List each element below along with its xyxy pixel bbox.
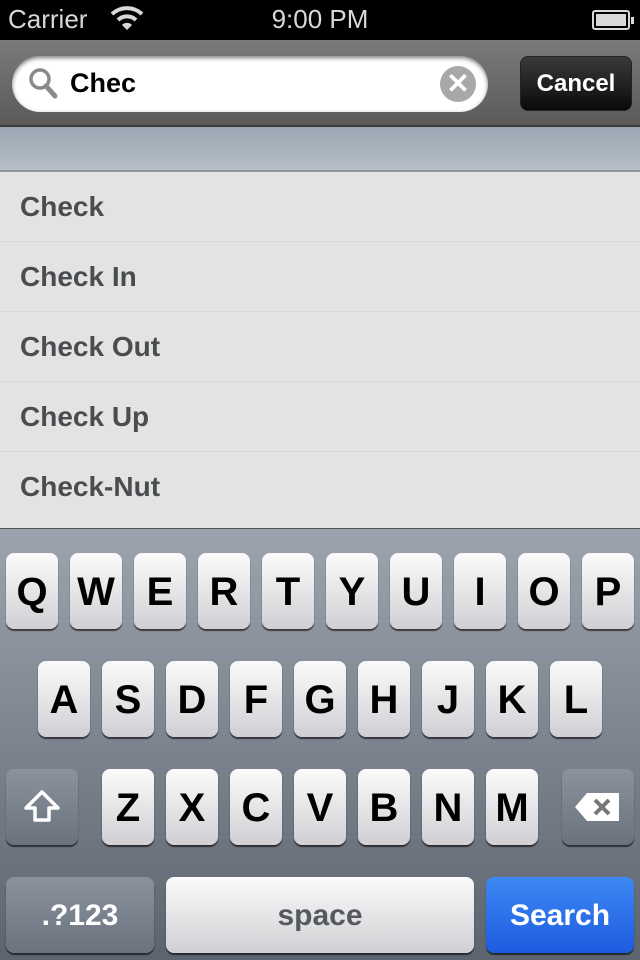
clear-icon[interactable]: ✕ bbox=[440, 66, 476, 102]
key-j[interactable]: J bbox=[422, 661, 474, 737]
key-t[interactable]: T bbox=[262, 553, 314, 629]
search-icon bbox=[28, 66, 58, 102]
key-a[interactable]: A bbox=[38, 661, 90, 737]
key-b[interactable]: B bbox=[358, 769, 410, 845]
status-bar: Carrier 9:00 PM bbox=[0, 0, 640, 40]
key-y[interactable]: Y bbox=[326, 553, 378, 629]
key-r[interactable]: R bbox=[198, 553, 250, 629]
key-d[interactable]: D bbox=[166, 661, 218, 737]
search-bar: Chec ✕ Cancel bbox=[0, 40, 640, 127]
key-e[interactable]: E bbox=[134, 553, 186, 629]
key-p[interactable]: P bbox=[582, 553, 634, 629]
key-n[interactable]: N bbox=[422, 769, 474, 845]
list-item[interactable]: Check In bbox=[0, 242, 640, 312]
search-query-text[interactable]: Chec bbox=[70, 68, 136, 99]
clock: 9:00 PM bbox=[271, 4, 369, 34]
key-m[interactable]: M bbox=[486, 769, 538, 845]
search-key[interactable]: Search bbox=[486, 877, 634, 953]
list-item[interactable]: Check-Nut bbox=[0, 452, 640, 522]
keyboard: .?123 space Search QWERTYUIOP ASDFGHJKL ZX… bbox=[0, 528, 640, 960]
space-key[interactable]: space bbox=[166, 877, 474, 953]
key-x[interactable]: X bbox=[166, 769, 218, 845]
key-q[interactable]: Q bbox=[6, 553, 58, 629]
suggestion-list: Check Check In Check Out Check Up Check-… bbox=[0, 172, 640, 528]
key-l[interactable]: L bbox=[550, 661, 602, 737]
search-input[interactable]: Chec ✕ bbox=[12, 56, 488, 112]
key-g[interactable]: G bbox=[294, 661, 346, 737]
backspace-key[interactable] bbox=[562, 769, 634, 845]
shift-key[interactable] bbox=[6, 769, 78, 845]
key-k[interactable]: K bbox=[486, 661, 538, 737]
section-header bbox=[0, 127, 640, 172]
list-item[interactable]: Check Up bbox=[0, 382, 640, 452]
numbers-key[interactable]: .?123 bbox=[6, 877, 154, 953]
key-s[interactable]: S bbox=[102, 661, 154, 737]
key-i[interactable]: I bbox=[454, 553, 506, 629]
battery-icon bbox=[592, 10, 634, 30]
list-item[interactable]: Check Out bbox=[0, 312, 640, 382]
key-z[interactable]: Z bbox=[102, 769, 154, 845]
list-item[interactable]: Check bbox=[0, 172, 640, 242]
key-u[interactable]: U bbox=[390, 553, 442, 629]
key-v[interactable]: V bbox=[294, 769, 346, 845]
key-w[interactable]: W bbox=[70, 553, 122, 629]
cancel-button[interactable]: Cancel bbox=[520, 56, 632, 111]
key-c[interactable]: C bbox=[230, 769, 282, 845]
key-h[interactable]: H bbox=[358, 661, 410, 737]
key-o[interactable]: O bbox=[518, 553, 570, 629]
key-f[interactable]: F bbox=[230, 661, 282, 737]
